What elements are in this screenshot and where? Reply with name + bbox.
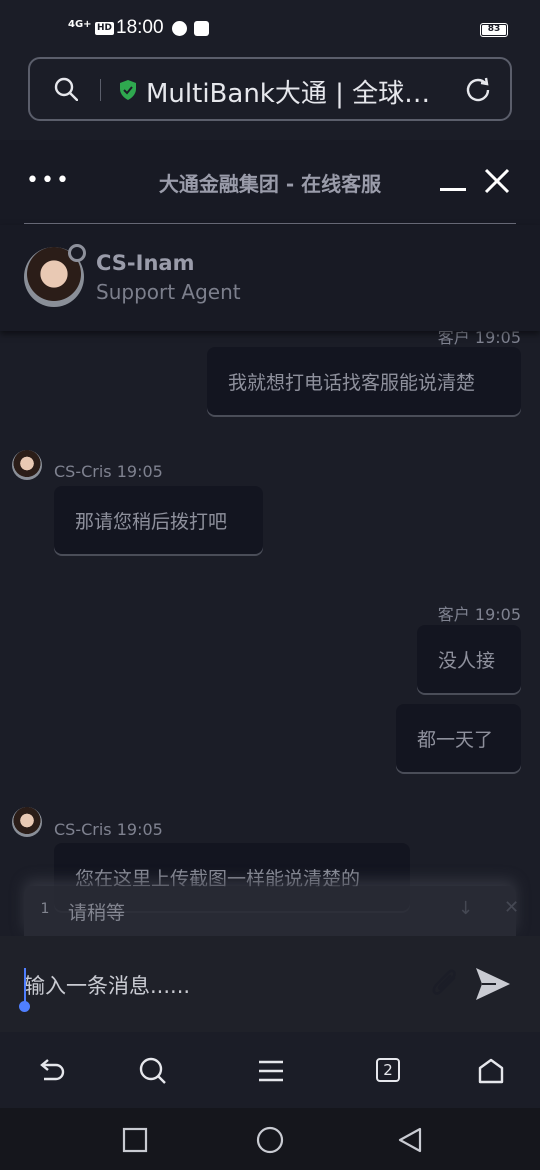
header-divider [24, 223, 516, 224]
network-indicator: 4G+ [68, 19, 92, 30]
paperclip-icon[interactable] [428, 968, 462, 1002]
agent-name: CS-Inam [96, 251, 195, 275]
message-bubble: 那请您稍后拨打吧 [54, 486, 263, 554]
message-meta: CS-Cris 19:05 [54, 820, 163, 839]
clock: 18:00 [116, 17, 164, 38]
address-bar[interactable]: MultiBank大通 | 全球… [28, 57, 512, 121]
dismiss-icon[interactable]: ✕ [504, 897, 519, 918]
search-icon[interactable] [54, 77, 78, 101]
menu-icon[interactable] [256, 1056, 286, 1086]
system-nav-bar [0, 1108, 540, 1170]
message-meta: CS-Cris 19:05 [54, 462, 163, 481]
home-icon[interactable] [476, 1056, 506, 1086]
close-icon[interactable] [484, 168, 510, 194]
agent-mini-avatar [12, 450, 42, 480]
chat-title: 大通金融集团 - 在线客服 [158, 172, 382, 196]
tabs-button[interactable]: 2 [376, 1058, 400, 1082]
cursor-handle[interactable] [19, 1001, 30, 1012]
message-meta: 客户 19:05 [437, 605, 521, 624]
minimize-icon[interactable] [440, 188, 466, 191]
send-icon[interactable] [474, 966, 512, 1002]
message-composer [0, 936, 540, 1032]
flash-icon [194, 21, 209, 36]
compass-icon [172, 21, 187, 36]
reload-icon[interactable] [464, 75, 492, 103]
message-input[interactable] [24, 966, 414, 1006]
battery-icon: 83 [480, 23, 508, 37]
back-triangle-icon[interactable] [396, 1126, 424, 1154]
agent-card: CS-Inam Support Agent [0, 225, 540, 331]
secure-shield-icon [120, 80, 136, 100]
agent-mini-avatar [12, 807, 42, 837]
browser-toolbar: 2 [0, 1032, 540, 1108]
message-bubble: 都一天了 [396, 704, 521, 772]
queue-text: 请稍等 [68, 902, 126, 924]
message-meta: 客户 19:05 [437, 331, 521, 347]
queue-number: 1 [40, 901, 50, 917]
status-bar: 4G+ HD 18:00 83 [0, 0, 540, 56]
address-divider [100, 79, 101, 101]
message-bubble: 我就想打电话找客服能说清楚 [207, 347, 521, 415]
message-list[interactable]: 客户 19:05 我就想打电话找客服能说清楚 CS-Cris 19:05 那请您… [0, 331, 540, 936]
recent-apps-icon[interactable] [121, 1126, 149, 1154]
arrow-down-icon[interactable]: ↓ [458, 898, 473, 919]
agent-status-indicator [68, 244, 86, 262]
chat-header: ••• 大通金融集团 - 在线客服 [0, 140, 540, 225]
agent-role: Support Agent [96, 280, 241, 304]
page-url[interactable]: MultiBank大通 | 全球… [146, 73, 456, 110]
battery-level: 83 [487, 24, 501, 34]
message-bubble: 没人接 [417, 625, 521, 693]
hd-indicator: HD [95, 22, 115, 35]
search-icon[interactable] [138, 1056, 168, 1086]
home-circle-icon[interactable] [256, 1126, 284, 1154]
back-icon[interactable] [36, 1056, 66, 1086]
queue-notice: 1 请稍等 ↓ ✕ [24, 886, 519, 936]
